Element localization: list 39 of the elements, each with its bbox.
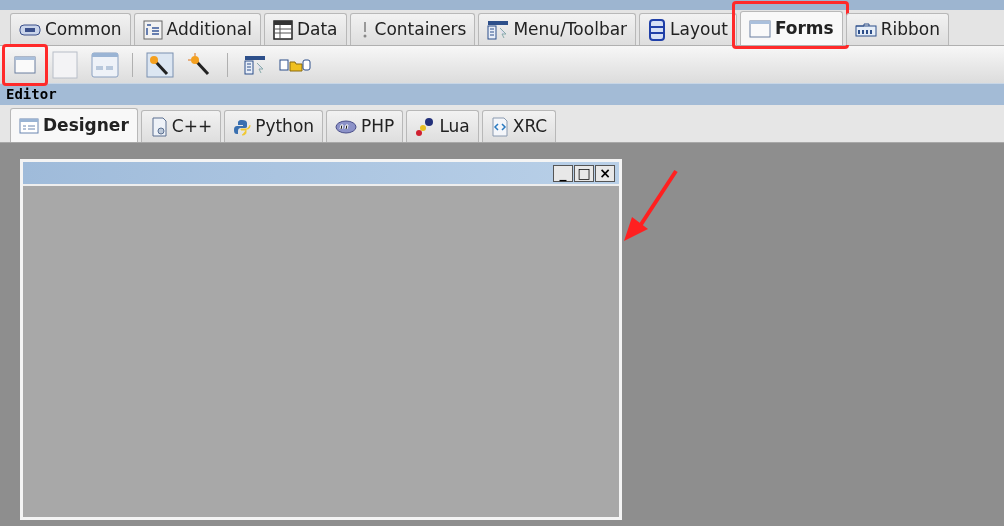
document-icon [149, 116, 168, 137]
magic-wand-icon [146, 51, 174, 78]
tab[interactable]: Python [224, 110, 324, 142]
window-icon [748, 19, 771, 38]
menu-list-icon [244, 54, 266, 75]
tab[interactable]: PHP [326, 110, 404, 142]
tab[interactable]: Containers [349, 13, 476, 45]
tab[interactable]: Data [263, 13, 347, 45]
list-icon [142, 19, 163, 40]
window-control-button[interactable]: × [595, 164, 615, 182]
folder-files-icon [279, 57, 311, 72]
dialog-icon [91, 51, 119, 78]
blank-panel-icon [52, 50, 78, 79]
tab[interactable]: Menu/Toolbar [478, 13, 637, 45]
tab[interactable]: Ribbon [845, 13, 949, 45]
form-window[interactable]: _ □ × [20, 159, 622, 520]
toolbar-button[interactable] [143, 49, 177, 80]
panel-title: Editor [6, 85, 57, 104]
python-icon [233, 117, 252, 136]
table-icon [272, 19, 293, 40]
tab[interactable]: Common [10, 13, 131, 45]
tab[interactable]: Designer [10, 108, 138, 142]
tab[interactable]: C++ [140, 110, 222, 142]
form-layout-icon [19, 117, 39, 134]
tab[interactable]: Lua [406, 110, 479, 142]
tab[interactable]: XRC [481, 110, 557, 142]
ok-button-icon [19, 22, 41, 37]
php-badge-icon [335, 119, 358, 134]
menu-list-icon [487, 19, 510, 40]
window-control-button[interactable]: □ [574, 164, 594, 182]
ribbon-icon [854, 22, 877, 37]
window-control-button[interactable]: _ [553, 164, 573, 182]
window-icon [14, 55, 36, 74]
code-file-icon [490, 116, 509, 137]
tab[interactable]: Forms [739, 11, 843, 45]
colored-dots-icon [415, 116, 436, 137]
stack-icon [648, 18, 667, 41]
tab[interactable]: Layout [639, 13, 737, 45]
tab[interactable]: Additional [133, 13, 261, 45]
